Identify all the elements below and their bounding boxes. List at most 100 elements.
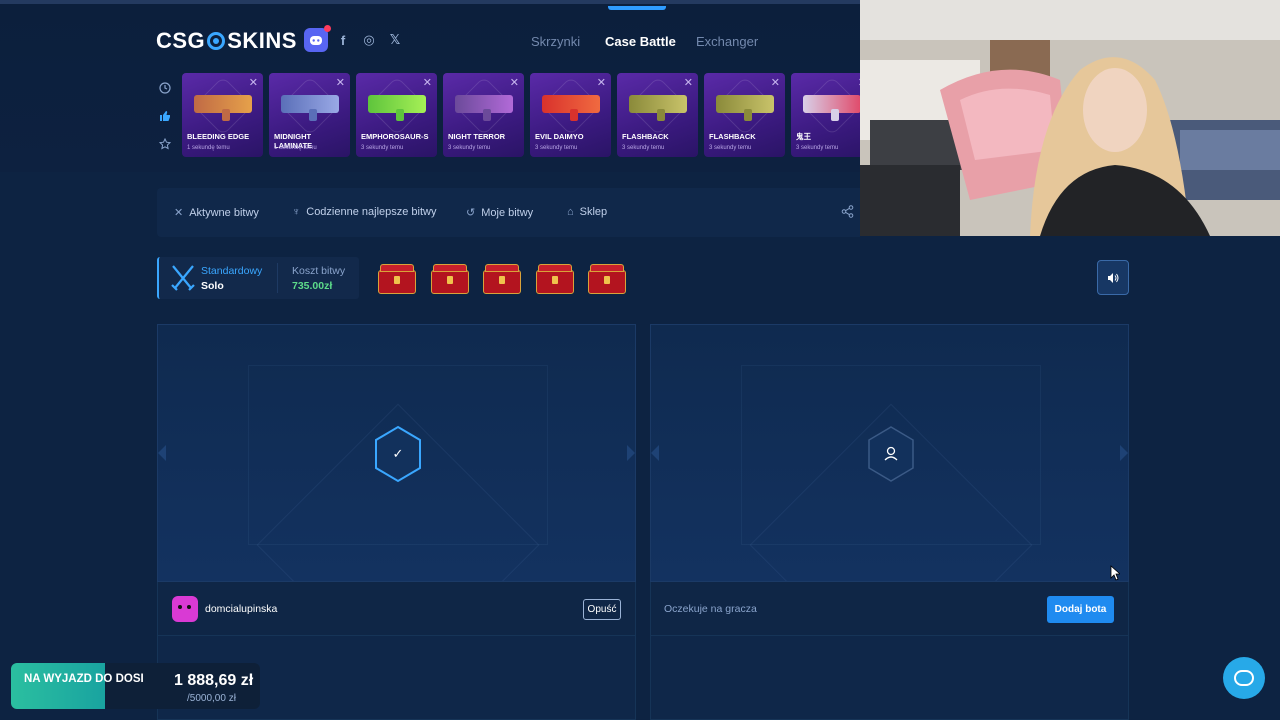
leave-button[interactable]: Opuść: [583, 599, 621, 620]
drop-time: 3 sekundy temu: [709, 145, 752, 151]
logo-crosshair-icon: [207, 32, 226, 50]
ready-check-icon: ✓: [374, 425, 422, 483]
drop-name: FLASHBACK: [622, 132, 669, 141]
logo-text-right: SKINS: [227, 28, 297, 53]
tab-my-battles[interactable]: ↺ Moje bitwy: [466, 206, 534, 220]
player-2-row: Oczekuje na gracza Dodaj bota: [650, 582, 1129, 636]
case-lid: [380, 264, 414, 272]
crossed-swords-icon: ✕: [174, 207, 184, 219]
player-1-arena: ✓: [157, 324, 636, 582]
battle-case-icon[interactable]: [378, 264, 416, 294]
battle-mode-info: Standardowy Solo Koszt bitwy 735.00zł: [157, 257, 359, 299]
clock-icon[interactable]: [155, 78, 175, 98]
case-lock: [551, 276, 558, 284]
live-drop-card[interactable]: ✕鬼王3 sekundy temu: [791, 73, 860, 157]
webcam-overlay: [860, 0, 1280, 236]
thumbs-up-icon[interactable]: [155, 106, 175, 126]
drop-name: EVIL DAIMYO: [535, 132, 584, 141]
divider: [277, 263, 278, 293]
drop-time: 3 sekundy temu: [535, 145, 578, 151]
drop-name: EMPHOROSAUR-S: [361, 132, 429, 141]
battle-case-icon[interactable]: [535, 264, 574, 294]
close-icon[interactable]: ✕: [510, 76, 519, 89]
goal-target: /5000,00 zł: [187, 693, 236, 704]
instagram-glyph: ◎: [363, 32, 375, 47]
share-icon[interactable]: [841, 205, 854, 221]
weapon-grip: [657, 109, 665, 121]
sound-toggle-button[interactable]: [1097, 260, 1129, 295]
drop-name: BLEEDING EDGE: [187, 132, 250, 141]
live-drop-card[interactable]: ✕ EMPHOROSAUR-S 3 sekundy temu: [356, 73, 437, 157]
active-nav-indicator: [608, 6, 666, 10]
drop-name: FLASHBACK: [709, 132, 756, 141]
live-drop-card[interactable]: ✕ EVIL DAIMYO 3 sekundy temu: [530, 73, 611, 157]
live-drop-card[interactable]: ✕ FLASHBACK 3 sekundy temu: [617, 73, 698, 157]
avatar[interactable]: [172, 596, 198, 622]
nav-exchanger[interactable]: Exchanger: [696, 34, 758, 49]
live-drop-card[interactable]: ✕ BLEEDING EDGE 1 sekundę temu: [182, 73, 263, 157]
add-bot-button[interactable]: Dodaj bota: [1047, 596, 1114, 623]
live-drop-card[interactable]: ✕ FLASHBACK 3 sekundy temu: [704, 73, 785, 157]
close-icon[interactable]: ✕: [423, 76, 432, 89]
drop-time: 3 sekundy temu: [622, 145, 665, 151]
facebook-glyph: f: [340, 32, 346, 48]
drop-time: 1 sekundę temu: [274, 145, 317, 151]
weapon-grip: [309, 109, 317, 121]
facebook-icon[interactable]: f: [334, 28, 352, 52]
close-icon[interactable]: ✕: [336, 76, 345, 89]
close-icon[interactable]: ✕: [249, 76, 258, 89]
empty-player-icon: [867, 425, 915, 483]
player-name[interactable]: domcialupinska: [205, 603, 277, 615]
battle-case-icon[interactable]: [588, 264, 626, 294]
case-lid: [485, 264, 519, 272]
mouse-cursor-icon: [1110, 565, 1122, 584]
arrow-right-icon: [1120, 445, 1128, 461]
tab-daily-best[interactable]: ♆ Codzienne najlepsze bitwy: [292, 206, 437, 218]
nav-case-battle[interactable]: Case Battle: [605, 34, 676, 49]
close-icon[interactable]: ✕: [771, 76, 780, 89]
weapon-grip: [396, 109, 404, 121]
speaker-icon: [1108, 272, 1119, 283]
battle-case-icon[interactable]: [430, 264, 469, 294]
mode-sub: Solo: [201, 280, 224, 292]
weapon-grip: [222, 109, 230, 121]
live-drops-strip: ✕ BLEEDING EDGE 1 sekundę temu ✕ MIDNIGHT LA…: [182, 73, 860, 157]
cost-value: 735.00zł: [292, 280, 333, 292]
cost-label: Koszt bitwy: [292, 265, 346, 277]
battle-tabs-bar: ✕ Aktywne bitwy ♆ Codzienne najlepsze bi…: [157, 188, 860, 237]
case-lid: [590, 264, 624, 272]
drop-name: NIGHT TERROR: [448, 132, 506, 141]
tab-label: Sklep: [579, 206, 608, 218]
mode-label: Standardowy: [201, 265, 263, 277]
nav-skrzynki[interactable]: Skrzynki: [531, 34, 580, 49]
instagram-icon[interactable]: ◎: [360, 28, 378, 52]
logo-text-left: CSG: [156, 28, 206, 53]
case-lid: [432, 264, 467, 272]
tab-active-battles[interactable]: ✕ Aktywne bitwy: [174, 206, 259, 220]
weapon-grip: [831, 109, 839, 121]
case-lock: [446, 276, 453, 284]
drop-time: 3 sekundy temu: [361, 145, 404, 151]
arrow-left-icon: [651, 445, 659, 461]
player-2-drops-area: [650, 636, 1129, 720]
star-icon[interactable]: [155, 134, 175, 154]
live-drop-card[interactable]: ✕ NIGHT TERROR 3 sekundy temu: [443, 73, 524, 157]
chat-support-button[interactable]: [1223, 657, 1265, 699]
trophy-icon: ♆: [292, 206, 301, 218]
live-drop-card[interactable]: ✕ MIDNIGHT LAMINATE 1 sekundę temu: [269, 73, 350, 157]
site-logo[interactable]: CSG SKINS: [156, 28, 297, 54]
tab-label: Aktywne bitwy: [189, 206, 259, 219]
tab-shop[interactable]: ⌂ Sklep: [567, 206, 607, 218]
goal-progress-fill: [11, 663, 106, 709]
close-icon[interactable]: ✕: [684, 76, 693, 89]
crossed-swords-icon: [171, 264, 195, 292]
weapon-grip: [744, 109, 752, 121]
battle-case-icon[interactable]: [483, 264, 521, 294]
discord-icon[interactable]: [304, 25, 331, 52]
goal-current: 1 888,69 zł: [174, 672, 254, 689]
tab-label: Moje bitwy: [481, 206, 534, 219]
case-lock: [499, 276, 505, 284]
basket-icon: ⌂: [567, 206, 574, 218]
x-twitter-icon[interactable]: 𝕏: [386, 28, 404, 52]
close-icon[interactable]: ✕: [597, 76, 606, 89]
